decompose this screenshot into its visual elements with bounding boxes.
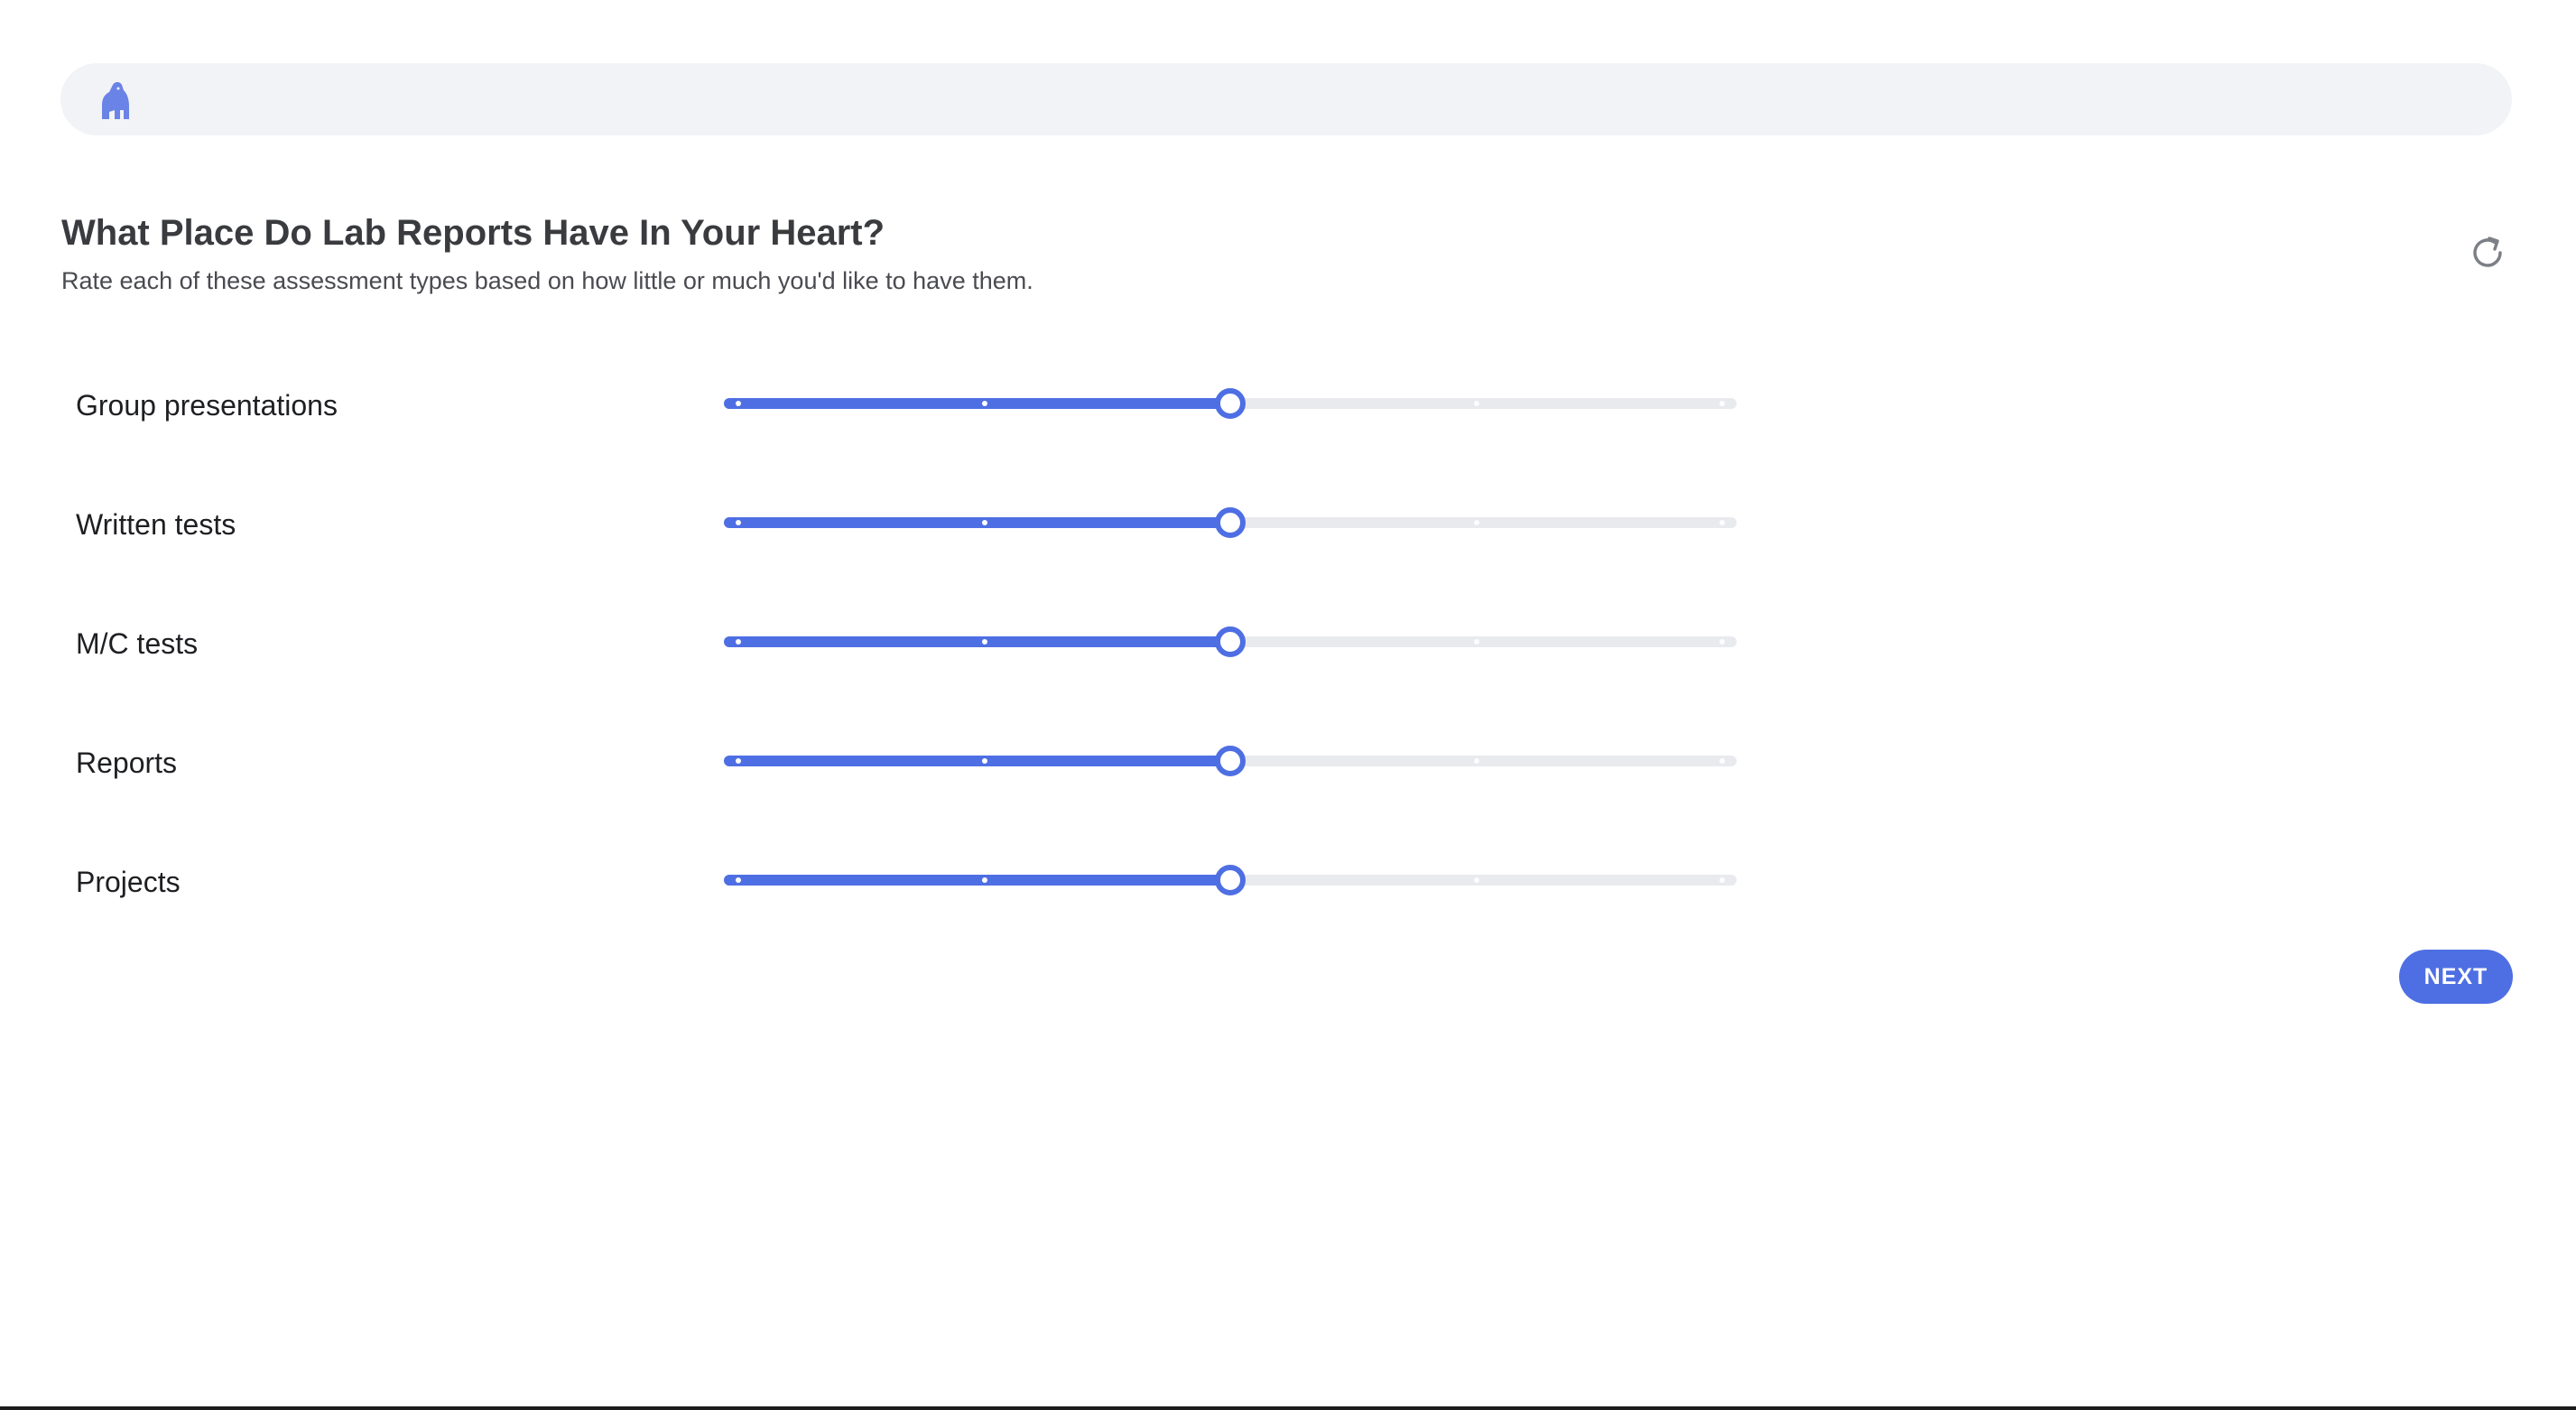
row-label: Reports: [76, 747, 178, 779]
slider-fill: [724, 517, 1230, 528]
slider-tick: [736, 520, 741, 525]
slider-tick: [736, 877, 741, 883]
top-bar: [60, 63, 2512, 135]
row-label: M/C tests: [76, 627, 199, 660]
slider-tick: [1473, 401, 1479, 406]
rating-slider[interactable]: [724, 743, 1737, 779]
slider-fill: [724, 636, 1230, 647]
slider-tick: [981, 877, 987, 883]
slider-tick: [736, 401, 741, 406]
bottom-border: [0, 1406, 2576, 1410]
slider-tick: [981, 520, 987, 525]
row-label: Written tests: [76, 508, 236, 541]
slider-fill: [724, 398, 1230, 409]
slider-thumb[interactable]: [1215, 388, 1246, 419]
slider-tick: [1473, 758, 1479, 764]
slider-thumb[interactable]: [1215, 626, 1246, 657]
slider-tick: [1473, 877, 1479, 883]
slider-tick: [1473, 639, 1479, 645]
slider-tick: [1719, 401, 1725, 406]
slider-tick: [1719, 639, 1725, 645]
slider-tick: [736, 639, 741, 645]
slider-tick: [736, 758, 741, 764]
rating-slider[interactable]: [724, 385, 1737, 422]
gorilla-logo-icon: [102, 82, 129, 119]
next-button[interactable]: NEXT: [2399, 950, 2513, 1004]
slider-fill: [724, 756, 1230, 766]
slider-thumb[interactable]: [1215, 746, 1246, 776]
slider-tick: [1473, 520, 1479, 525]
slider-tick: [981, 758, 987, 764]
question-title: What Place Do Lab Reports Have In Your H…: [61, 213, 885, 253]
rating-slider[interactable]: [724, 505, 1737, 541]
slider-tick: [981, 639, 987, 645]
question-subtitle: Rate each of these assessment types base…: [61, 267, 1033, 294]
refresh-icon[interactable]: [2468, 233, 2507, 273]
row-label: Group presentations: [76, 389, 338, 422]
slider-thumb[interactable]: [1215, 865, 1246, 895]
slider-tick: [1719, 758, 1725, 764]
slider-tick: [1719, 877, 1725, 883]
slider-thumb[interactable]: [1215, 507, 1246, 538]
rating-slider[interactable]: [724, 624, 1737, 660]
slider-tick: [1719, 520, 1725, 525]
row-label: Projects: [76, 866, 181, 898]
slider-fill: [724, 875, 1230, 886]
rating-slider[interactable]: [724, 862, 1737, 898]
slider-tick: [981, 401, 987, 406]
